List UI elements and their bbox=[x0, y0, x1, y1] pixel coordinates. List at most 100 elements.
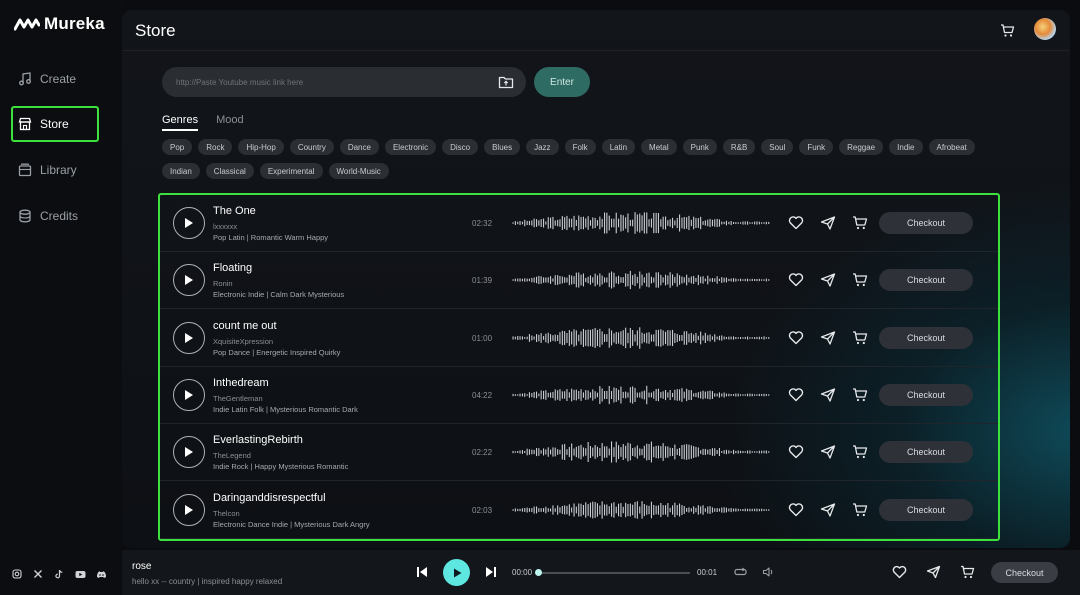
share-icon[interactable] bbox=[820, 444, 836, 460]
track-row[interactable]: Inthedream TheGentleman Indie Latin Folk |… bbox=[160, 367, 998, 424]
play-pause-button[interactable] bbox=[443, 559, 470, 586]
track-row[interactable]: Daringanddisrespectful Thelcon Electronic … bbox=[160, 482, 998, 539]
genre-chip[interactable]: Latin bbox=[601, 139, 636, 155]
genre-chip[interactable]: Reggae bbox=[839, 139, 884, 155]
share-icon[interactable] bbox=[820, 387, 836, 403]
repeat-icon[interactable] bbox=[734, 566, 747, 578]
sidebar-item-store[interactable]: Store bbox=[11, 106, 99, 142]
waveform[interactable] bbox=[512, 268, 770, 292]
track-title[interactable]: Daringanddisrespectful bbox=[213, 492, 326, 504]
waveform[interactable] bbox=[512, 440, 770, 464]
genre-chip[interactable]: Hip-Hop bbox=[238, 139, 284, 155]
tiktok-icon[interactable] bbox=[53, 568, 65, 580]
heart-icon[interactable] bbox=[788, 387, 804, 403]
checkout-button[interactable]: Checkout bbox=[879, 383, 973, 406]
tab-genres[interactable]: Genres bbox=[162, 114, 199, 131]
volume-icon[interactable] bbox=[762, 566, 775, 578]
cart-icon[interactable] bbox=[852, 387, 868, 403]
checkout-button[interactable]: Checkout bbox=[879, 441, 973, 464]
track-row[interactable]: The One lxxxxxx Pop Latin | Romantic Warm … bbox=[160, 195, 998, 252]
folder-icon[interactable] bbox=[498, 74, 514, 90]
genre-chip[interactable]: World-Music bbox=[328, 163, 389, 179]
track-title[interactable]: count me out bbox=[213, 320, 277, 332]
play-button[interactable] bbox=[173, 378, 205, 411]
genre-chip[interactable]: Experimental bbox=[259, 163, 323, 179]
track-row[interactable]: count me out XquisiteXpression Pop Dance |… bbox=[160, 310, 998, 367]
cart-icon[interactable] bbox=[852, 272, 868, 288]
waveform[interactable] bbox=[512, 383, 770, 407]
genre-chip[interactable]: Classical bbox=[205, 163, 254, 179]
progress-handle[interactable] bbox=[535, 569, 542, 576]
sidebar-item-library[interactable]: Library bbox=[11, 152, 99, 188]
tab-mood[interactable]: Mood bbox=[216, 114, 244, 131]
genre-chip[interactable]: Funk bbox=[799, 139, 834, 155]
cart-icon[interactable] bbox=[852, 444, 868, 460]
genre-chip[interactable]: Electronic bbox=[384, 139, 437, 155]
track-artist[interactable]: TheGentleman bbox=[213, 394, 263, 403]
track-title[interactable]: Floating bbox=[213, 262, 252, 274]
skip-next-icon[interactable] bbox=[484, 565, 498, 579]
share-icon[interactable] bbox=[820, 272, 836, 288]
play-button[interactable] bbox=[173, 207, 205, 239]
checkout-button[interactable]: Checkout bbox=[879, 269, 973, 292]
genre-chip[interactable]: Disco bbox=[442, 139, 479, 155]
youtube-icon[interactable] bbox=[74, 568, 86, 580]
play-button[interactable] bbox=[173, 321, 205, 354]
genre-chip[interactable]: R&B bbox=[722, 139, 756, 155]
track-title[interactable]: EverlastingRebirth bbox=[213, 434, 303, 446]
genre-chip[interactable]: Punk bbox=[682, 139, 717, 155]
play-button[interactable] bbox=[173, 264, 205, 297]
enter-button[interactable]: Enter bbox=[534, 67, 590, 97]
play-button[interactable] bbox=[173, 436, 205, 469]
skip-previous-icon[interactable] bbox=[415, 565, 429, 579]
track-artist[interactable]: XquisiteXpression bbox=[213, 337, 273, 346]
x-icon[interactable] bbox=[32, 568, 44, 580]
heart-icon[interactable] bbox=[788, 330, 804, 346]
cart-icon[interactable] bbox=[852, 502, 868, 518]
play-button[interactable] bbox=[173, 493, 205, 526]
heart-icon[interactable] bbox=[892, 565, 907, 579]
heart-icon[interactable] bbox=[788, 502, 804, 518]
heart-icon[interactable] bbox=[788, 444, 804, 460]
share-icon[interactable] bbox=[820, 502, 836, 518]
genre-chip[interactable]: Pop bbox=[162, 139, 193, 155]
cart-icon[interactable] bbox=[852, 330, 868, 346]
checkout-button[interactable]: Checkout bbox=[879, 498, 973, 521]
cart-icon[interactable] bbox=[960, 565, 975, 579]
waveform[interactable] bbox=[512, 498, 770, 522]
track-row[interactable]: EverlastingRebirth TheLegend Indie Rock | … bbox=[160, 424, 998, 482]
sidebar-item-create[interactable]: Create bbox=[11, 61, 99, 97]
cart-icon[interactable] bbox=[852, 215, 868, 231]
share-icon[interactable] bbox=[820, 330, 836, 346]
checkout-button[interactable]: Checkout bbox=[879, 326, 973, 349]
heart-icon[interactable] bbox=[788, 272, 804, 288]
checkout-button[interactable]: Checkout bbox=[991, 562, 1058, 583]
track-title[interactable]: Inthedream bbox=[213, 377, 269, 389]
sidebar-item-credits[interactable]: Credits bbox=[11, 198, 99, 234]
track-artist[interactable]: lxxxxxx bbox=[213, 222, 237, 231]
discord-icon[interactable] bbox=[95, 568, 107, 580]
track-row[interactable]: Floating Ronin Electronic Indie | Calm Dar… bbox=[160, 252, 998, 310]
progress-bar[interactable] bbox=[535, 569, 690, 576]
genre-chip[interactable]: Soul bbox=[761, 139, 794, 155]
youtube-link-input[interactable] bbox=[176, 77, 486, 87]
genre-chip[interactable]: Country bbox=[289, 139, 334, 155]
share-icon[interactable] bbox=[926, 565, 941, 579]
track-artist[interactable]: TheLegend bbox=[213, 451, 251, 460]
instagram-icon[interactable] bbox=[11, 568, 23, 580]
genre-chip[interactable]: Indie bbox=[889, 139, 923, 155]
share-icon[interactable] bbox=[820, 215, 836, 231]
waveform[interactable] bbox=[512, 326, 770, 350]
waveform[interactable] bbox=[512, 211, 770, 235]
cart-icon[interactable] bbox=[1000, 23, 1015, 38]
genre-chip[interactable]: Indian bbox=[162, 163, 200, 179]
genre-chip[interactable]: Folk bbox=[564, 139, 596, 155]
heart-icon[interactable] bbox=[788, 215, 804, 231]
genre-chip[interactable]: Afrobeat bbox=[928, 139, 975, 155]
logo[interactable]: Mureka bbox=[14, 14, 105, 34]
genre-chip[interactable]: Dance bbox=[339, 139, 379, 155]
genre-chip[interactable]: Metal bbox=[641, 139, 677, 155]
track-artist[interactable]: Ronin bbox=[213, 279, 233, 288]
track-title[interactable]: The One bbox=[213, 205, 256, 217]
genre-chip[interactable]: Jazz bbox=[526, 139, 559, 155]
